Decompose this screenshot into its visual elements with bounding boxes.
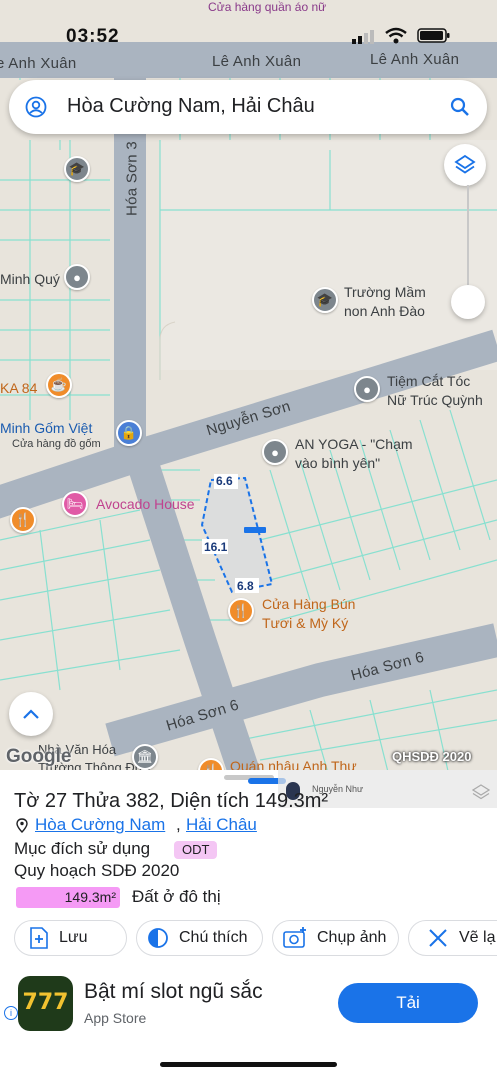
ad-info-icon[interactable]: i	[4, 1006, 18, 1020]
school-icon[interactable]: 🎓	[64, 156, 90, 182]
place-tiem-cat-toc-1[interactable]: Tiệm Cắt Tóc	[387, 373, 470, 389]
place-pin-icon[interactable]: ●	[64, 264, 90, 290]
place-pin-icon[interactable]: ●	[262, 439, 288, 465]
status-bar: 03:52	[0, 24, 497, 54]
capture-button[interactable]: Chụp ảnh	[272, 920, 399, 956]
place-truong-mam-non-1[interactable]: Trường Mầm	[344, 284, 426, 300]
add-document-icon	[30, 927, 48, 949]
location-separator: ,	[176, 815, 181, 834]
school-icon[interactable]: 🎓	[312, 287, 338, 313]
ad-source: App Store	[84, 1010, 147, 1026]
search-input[interactable]: Hòa Cường Nam, Hải Châu	[67, 95, 315, 118]
layers-small-icon	[472, 784, 490, 800]
contrast-icon	[148, 928, 168, 948]
place-bun-tuoi-1[interactable]: Cửa Hàng Bún	[262, 596, 355, 612]
plan-description: Đất ở đô thị	[132, 887, 221, 906]
draw-button[interactable]: Vẽ lạ	[408, 920, 497, 956]
place-an-yoga-2[interactable]: vào bình yên"	[295, 455, 380, 471]
street-hoa-son-3: Hóa Sơn 3	[123, 140, 141, 217]
place-pin-icon[interactable]: ●	[354, 376, 380, 402]
save-button[interactable]: Lưu	[14, 920, 127, 956]
cafe-icon[interactable]: ☕	[46, 372, 72, 398]
search-icon[interactable]	[450, 97, 470, 117]
expand-up-button[interactable]	[9, 692, 53, 736]
ad-app-icon[interactable]: 777	[18, 976, 73, 1031]
chevron-up-icon	[23, 709, 39, 719]
landmark-icon[interactable]: 🏛	[132, 744, 158, 770]
purpose-badge: ODT	[174, 841, 218, 859]
opacity-slider-thumb[interactable]	[451, 285, 485, 319]
google-logo: Google	[6, 746, 72, 767]
home-indicator[interactable]	[160, 1062, 337, 1067]
layers-icon	[454, 154, 476, 174]
add-photo-icon	[283, 927, 306, 948]
place-bun-tuoi-2[interactable]: Tươi & Mỳ Ký	[262, 615, 348, 631]
hotel-icon[interactable]: 🛏	[62, 491, 88, 517]
place-tiem-cat-toc-2[interactable]: Nữ Trúc Quỳnh	[387, 392, 483, 408]
place-ka84[interactable]: KA 84	[0, 380, 37, 396]
location-ward-link[interactable]: Hòa Cường Nam	[35, 815, 165, 835]
location-pin-icon	[16, 818, 28, 833]
wifi-icon	[385, 27, 407, 44]
street-le-anh-xuan-mid: Lê Anh Xuân	[212, 53, 302, 70]
save-label: Lưu	[59, 929, 88, 946]
parcel-dim-bottom: 6.8	[237, 579, 254, 593]
ad-install-button[interactable]: Tải	[338, 983, 478, 1023]
battery-icon	[417, 28, 450, 43]
restaurant-icon[interactable]: 🍴	[10, 507, 36, 533]
map-layer-badge: QHSDĐ 2020	[392, 749, 472, 764]
street-le-anh-xuan-left: e Anh Xuân	[0, 55, 77, 72]
ad-title[interactable]: Bật mí slot ngũ sắc	[84, 980, 263, 1004]
ad-banner[interactable]: 777 Bật mí slot ngũ sắc App Store Tải i	[0, 968, 497, 1040]
ad-icon-text: 777	[22, 990, 69, 1015]
place-minh-gom-viet[interactable]: Minh Gốm Việt	[0, 420, 92, 436]
capture-label: Chụp ảnh	[317, 929, 387, 946]
restaurant-icon[interactable]: 🍴	[228, 598, 254, 624]
layers-button[interactable]	[444, 144, 486, 186]
ruler-pencil-icon	[429, 929, 447, 947]
search-bar[interactable]: Hòa Cường Nam, Hải Châu	[9, 80, 487, 134]
parcel-title: Tờ 27 Thửa 382, Diện tích 149.3m²	[14, 790, 329, 812]
purpose-label: Mục đích sử dụng	[14, 839, 151, 858]
legend-button[interactable]: Chú thích	[136, 920, 263, 956]
plan-area-bar: 149.3m²	[16, 887, 120, 908]
account-icon[interactable]	[25, 96, 47, 118]
place-an-yoga-1[interactable]: AN YOGA - "Chạm	[295, 436, 413, 452]
place-minh-quy[interactable]: Minh Quý	[0, 271, 60, 287]
plan-area-value: 149.3m²	[64, 889, 116, 905]
plan-label: Quy hoạch SDĐ 2020	[14, 861, 180, 880]
draw-label: Vẽ lạ	[459, 929, 496, 946]
legend-label: Chú thích	[179, 929, 248, 946]
shopping-bag-icon[interactable]: 🔒	[116, 420, 142, 446]
signal-icon	[352, 30, 374, 44]
status-time: 03:52	[66, 26, 120, 47]
place-avocado-house[interactable]: Avocado House	[96, 496, 195, 512]
parcel-dim-top: 6.6	[216, 474, 233, 488]
parcel-dim-left: 16.1	[204, 540, 228, 554]
place-truong-mam-non-2[interactable]: non Anh Đào	[344, 303, 425, 319]
place-top-shop[interactable]: Cửa hàng quần áo nữ	[208, 0, 326, 14]
place-minh-gom-viet-sub: Cửa hàng đồ gốm	[12, 438, 101, 450]
location-district-link[interactable]: Hải Châu	[186, 815, 257, 835]
